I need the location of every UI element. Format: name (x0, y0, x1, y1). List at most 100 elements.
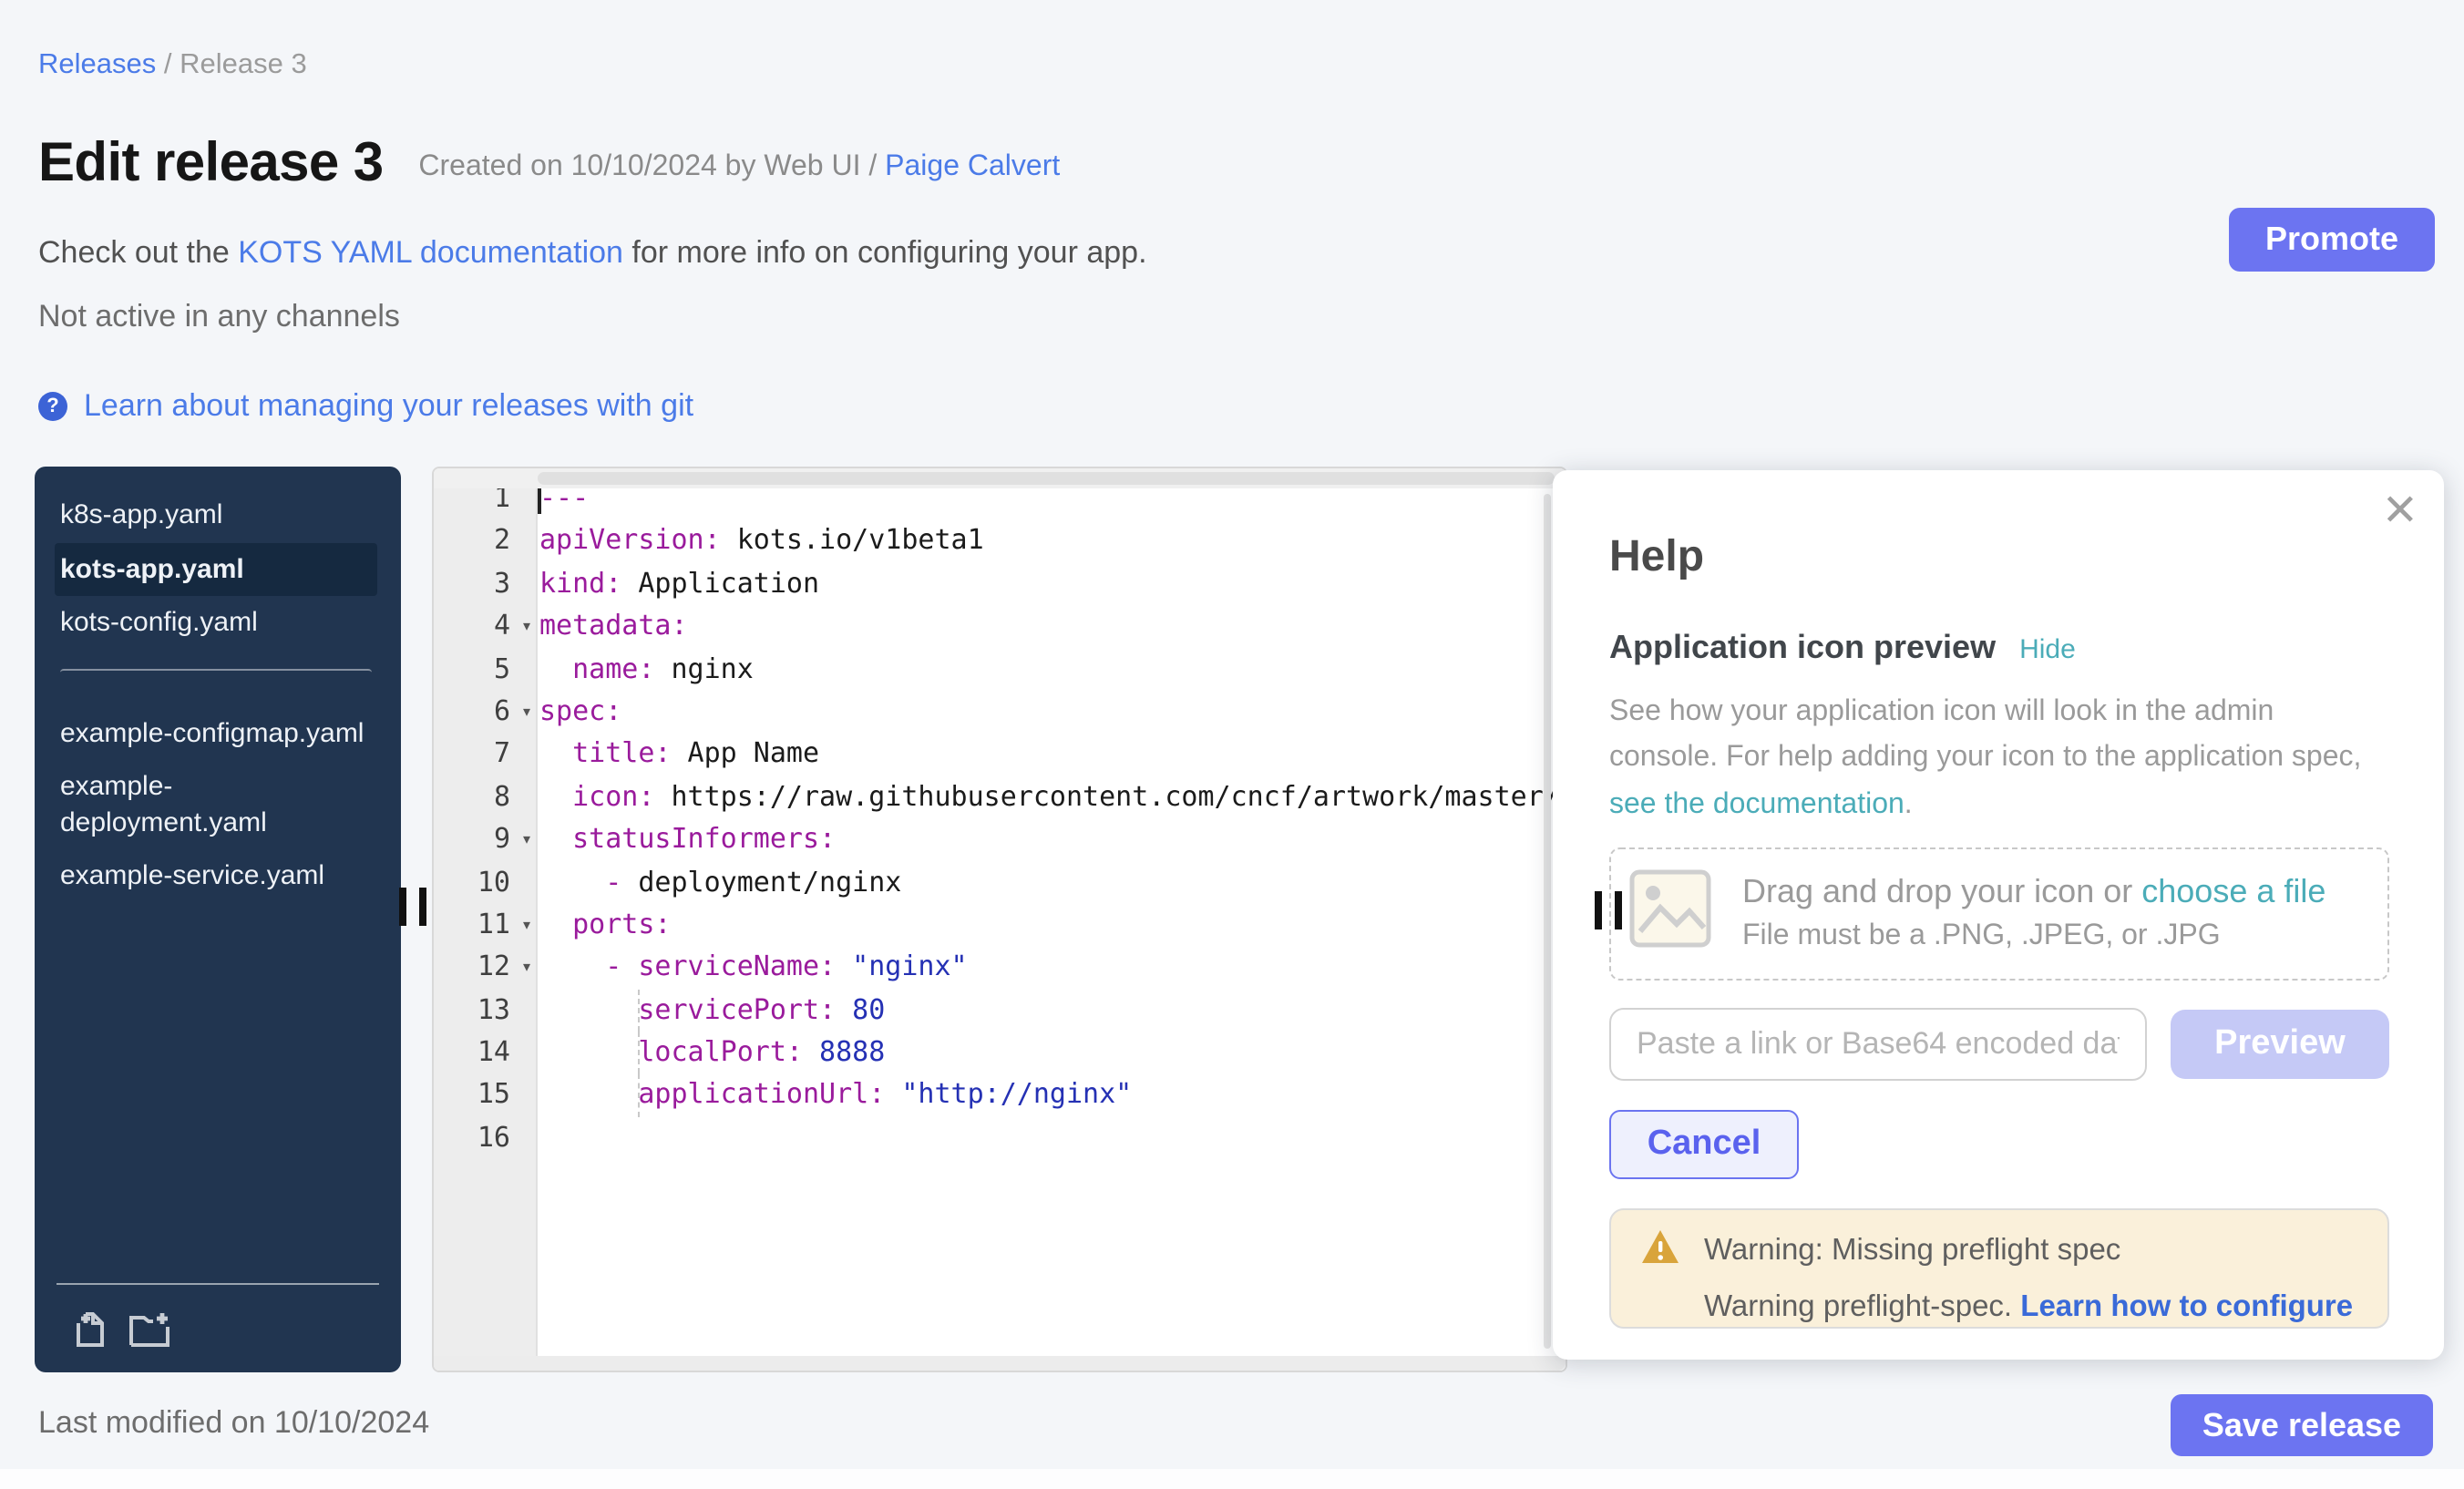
preview-button[interactable]: Preview (2171, 1010, 2389, 1079)
file-list: k8s-app.yamlkots-app.yamlkots-config.yam… (35, 467, 401, 903)
sidebar-resize-handle[interactable] (399, 888, 426, 926)
line-number: 11▾ (434, 904, 536, 947)
code-line-3[interactable]: 3kind: Application (434, 563, 1566, 606)
help-title: Help (1609, 532, 2389, 583)
code-line-2[interactable]: 2apiVersion: kots.io/v1beta1 (434, 520, 1566, 563)
image-placeholder-icon (1629, 870, 1711, 958)
code-content: - serviceName: "nginx" (536, 947, 1566, 990)
hide-link[interactable]: Hide (2019, 634, 2076, 665)
channels-note: Not active in any channels (38, 299, 400, 335)
code-content: - deployment/nginx (536, 861, 1566, 904)
line-number: 8 (434, 775, 536, 818)
editor-top-scrollbar[interactable] (434, 468, 1566, 488)
line-number: 14 (434, 1032, 536, 1074)
code-content (536, 1117, 1566, 1160)
close-icon[interactable]: ✕ (2382, 488, 2418, 532)
icon-preview-section-header: Application icon preview Hide (1609, 629, 2389, 667)
code-line-5[interactable]: 5 name: nginx (434, 648, 1566, 691)
icon-dropzone[interactable]: Drag and drop your icon or choose a file… (1609, 847, 2389, 981)
preflight-warning-box: Warning: Missing preflight spec Warning … (1609, 1208, 2389, 1329)
icon-url-input[interactable] (1609, 1008, 2147, 1081)
code-line-15[interactable]: 15 applicationUrl: "http://nginx" (434, 1074, 1566, 1117)
yaml-editor[interactable]: 1---2apiVersion: kots.io/v1beta13kind: A… (432, 467, 1567, 1372)
sidebar-actions (73, 1310, 171, 1349)
editor-bottom-scrollbar[interactable] (434, 1356, 1566, 1371)
breadcrumb-separator: / (164, 49, 180, 80)
git-help-link[interactable]: Learn about managing your releases with … (84, 388, 693, 425)
code-content: name: nginx (536, 648, 1566, 691)
line-number: 2 (434, 520, 536, 563)
line-number: 5 (434, 648, 536, 691)
cancel-button[interactable]: Cancel (1609, 1110, 1799, 1179)
breadcrumb: Releases / Release 3 (38, 49, 307, 82)
see-documentation-link[interactable]: see the documentation (1609, 788, 1904, 819)
edit-release-page: Releases / Release 3 Edit release 3 Crea… (0, 0, 2464, 1489)
breadcrumb-releases-link[interactable]: Releases (38, 49, 156, 80)
code-content: kind: Application (536, 563, 1566, 606)
code-line-10[interactable]: 10 - deployment/nginx (434, 861, 1566, 904)
created-author-link[interactable]: Paige Calvert (885, 151, 1060, 182)
code-line-13[interactable]: 13 servicePort: 80 (434, 989, 1566, 1032)
code-line-14[interactable]: 14 localPort: 8888 (434, 1032, 1566, 1074)
last-modified-note: Last modified on 10/10/2024 (38, 1405, 429, 1442)
line-number: 3 (434, 563, 536, 606)
question-circle-icon: ? (38, 392, 67, 421)
warning-body: Warning preflight-spec. Learn how to con… (1704, 1290, 2358, 1325)
help-panel-resize-handle[interactable] (1595, 891, 1622, 929)
code-content: metadata: (536, 605, 1566, 648)
file-group-divider (60, 668, 372, 688)
editor-rows: 1---2apiVersion: kots.io/v1beta13kind: A… (434, 478, 1566, 1160)
warning-title: Warning: Missing preflight spec (1704, 1234, 2120, 1268)
docs-line: Check out the KOTS YAML documentation fo… (38, 235, 1147, 272)
promote-button[interactable]: Promote (2229, 208, 2435, 272)
created-info: Created on 10/10/2024 by Web UI / Paige … (418, 151, 1060, 184)
code-content: statusInformers: (536, 818, 1566, 861)
code-line-8[interactable]: 8 icon: https://raw.githubusercontent.co… (434, 775, 1566, 818)
title-row: Edit release 3 Created on 10/10/2024 by … (38, 133, 1060, 195)
breadcrumb-current: Release 3 (180, 49, 307, 80)
choose-file-link[interactable]: choose a file (2141, 874, 2325, 910)
code-line-9[interactable]: 9▾ statusInformers: (434, 818, 1566, 861)
code-line-16[interactable]: 16 (434, 1117, 1566, 1160)
fold-arrow-icon[interactable]: ▾ (523, 904, 530, 947)
line-number: 16 (434, 1117, 536, 1160)
file-item-kots-config-yaml[interactable]: kots-config.yaml (55, 596, 377, 650)
code-content: servicePort: 80 (536, 989, 1566, 1032)
kots-yaml-docs-link[interactable]: KOTS YAML documentation (238, 235, 623, 270)
code-line-11[interactable]: 11▾ ports: (434, 904, 1566, 947)
fold-arrow-icon[interactable]: ▾ (523, 818, 530, 861)
new-file-icon[interactable] (73, 1310, 109, 1349)
fold-arrow-icon[interactable]: ▾ (523, 605, 530, 648)
code-line-6[interactable]: 6▾spec: (434, 691, 1566, 734)
save-release-button[interactable]: Save release (2171, 1394, 2433, 1456)
line-number: 7 (434, 734, 536, 776)
editor-vertical-scrollbar[interactable] (1544, 494, 1551, 1349)
file-item-example-service-yaml[interactable]: example-service.yaml (55, 849, 377, 903)
file-item-example-configmap-yaml[interactable]: example-configmap.yaml (55, 706, 377, 760)
page-title: Edit release 3 (38, 133, 384, 195)
code-line-4[interactable]: 4▾metadata: (434, 605, 1566, 648)
warning-configure-link[interactable]: Learn how to configure (2020, 1290, 2353, 1323)
icon-preview-description: See how your application icon will look … (1609, 689, 2389, 827)
code-content: apiVersion: kots.io/v1beta1 (536, 520, 1566, 563)
bottom-strip (0, 1469, 2464, 1489)
line-number: 4▾ (434, 605, 536, 648)
dropzone-text: Drag and drop your icon or choose a file… (1742, 874, 2325, 954)
sidebar-bottom-divider (56, 1283, 379, 1285)
code-line-12[interactable]: 12▾ - serviceName: "nginx" (434, 947, 1566, 990)
fold-arrow-icon[interactable]: ▾ (523, 691, 530, 734)
git-help-row: ? Learn about managing your releases wit… (38, 388, 693, 425)
line-number: 6▾ (434, 691, 536, 734)
line-number: 9▾ (434, 818, 536, 861)
code-line-7[interactable]: 7 title: App Name (434, 734, 1566, 776)
fold-arrow-icon[interactable]: ▾ (523, 947, 530, 990)
code-content: spec: (536, 691, 1566, 734)
code-content: ports: (536, 904, 1566, 947)
line-number: 12▾ (434, 947, 536, 990)
file-item-example-deployment-yaml[interactable]: example-deployment.yaml (55, 760, 377, 849)
code-content: applicationUrl: "http://nginx" (536, 1074, 1566, 1117)
file-item-kots-app-yaml[interactable]: kots-app.yaml (55, 542, 377, 596)
new-folder-icon[interactable] (128, 1310, 171, 1349)
file-item-k8s-app-yaml[interactable]: k8s-app.yaml (55, 488, 377, 542)
warning-triangle-icon (1640, 1228, 1680, 1274)
